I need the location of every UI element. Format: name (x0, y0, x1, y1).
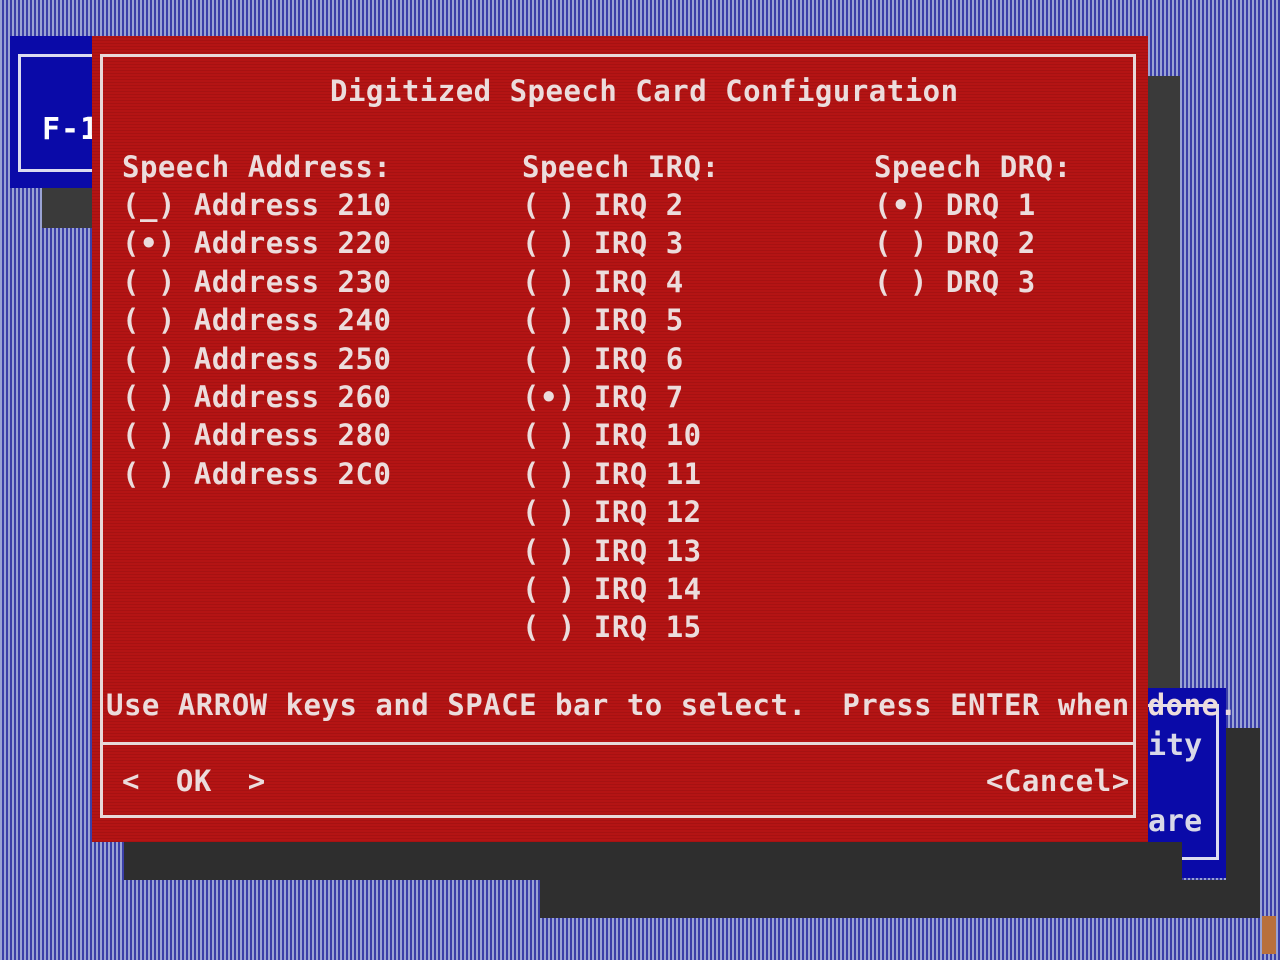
radio-mark: ( ) (522, 533, 576, 568)
address-radio-option[interactable]: ( ) Address 240 (122, 303, 391, 337)
radio-mark: ( ) (874, 264, 928, 299)
radio-label: Address 280 (193, 418, 392, 453)
radio-label: Address 210 (193, 188, 392, 222)
address-radio-option[interactable]: (_) Address 210 (122, 188, 391, 222)
address-radio-option[interactable]: ( ) Address 260 (122, 380, 391, 414)
speech-irq-header: Speech IRQ: (522, 150, 720, 184)
radio-mark: ( ) (122, 418, 176, 453)
ok-button[interactable]: < OK > (122, 764, 266, 798)
radio-mark: ( ) (122, 341, 176, 376)
dialog-separator (100, 742, 1136, 745)
radio-mark: ( ) (122, 303, 176, 338)
irq-radio-option[interactable]: (•) IRQ 7 (522, 380, 684, 414)
radio-mark: ( ) (522, 303, 576, 338)
radio-mark: (•) (122, 226, 176, 261)
background-peek-text-1: ity (1148, 728, 1203, 763)
speech-drq-header: Speech DRQ: (874, 150, 1072, 184)
radio-mark: ( ) (522, 495, 576, 530)
address-radio-option[interactable]: ( ) Address 2C0 (122, 457, 391, 491)
radio-label: IRQ 10 (593, 418, 702, 453)
corner-marker (1262, 916, 1276, 954)
drq-radio-option[interactable]: ( ) DRQ 3 (874, 265, 1036, 299)
radio-label: DRQ 2 (945, 226, 1036, 261)
address-radio-option[interactable]: ( ) Address 230 (122, 265, 391, 299)
radio-label: IRQ 6 (593, 341, 684, 376)
irq-radio-option[interactable]: ( ) IRQ 11 (522, 457, 702, 491)
radio-label: IRQ 13 (593, 533, 702, 568)
irq-radio-option[interactable]: ( ) IRQ 4 (522, 265, 684, 299)
radio-mark: ( ) (522, 456, 576, 491)
radio-mark: ( ) (874, 226, 928, 261)
window-shadow-bottom-lower (540, 880, 1260, 918)
background-f1-label: F-1 (42, 112, 100, 147)
radio-mark: ( ) (522, 572, 576, 606)
radio-mark: ( ) (522, 188, 576, 222)
drq-radio-option[interactable]: (•) DRQ 1 (874, 188, 1036, 222)
radio-label: IRQ 15 (593, 610, 702, 645)
radio-mark: ( ) (522, 264, 576, 299)
radio-mark: ( ) (122, 380, 176, 414)
radio-label: IRQ 2 (593, 188, 684, 222)
radio-label: IRQ 5 (593, 303, 684, 338)
dialog-shadow-bottom (124, 842, 1182, 880)
radio-label: IRQ 4 (593, 264, 684, 299)
address-radio-option[interactable]: (•) Address 220 (122, 226, 391, 260)
radio-label: IRQ 3 (593, 226, 684, 261)
irq-radio-option[interactable]: ( ) IRQ 3 (522, 226, 684, 260)
radio-label: Address 250 (193, 341, 392, 376)
radio-label: Address 260 (193, 380, 392, 414)
background-peek-text-2: are (1148, 804, 1203, 839)
speech-address-header: Speech Address: (122, 150, 392, 184)
window-shadow-right (1146, 76, 1180, 690)
radio-mark: ( ) (122, 456, 176, 491)
radio-mark: (•) (874, 188, 928, 222)
address-radio-option[interactable]: ( ) Address 280 (122, 418, 391, 452)
radio-mark: ( ) (522, 341, 576, 376)
window-shadow-left (42, 188, 98, 228)
irq-radio-option[interactable]: ( ) IRQ 10 (522, 418, 702, 452)
instruction-hint: Use ARROW keys and SPACE bar to select. … (106, 688, 1238, 722)
irq-radio-option[interactable]: ( ) IRQ 2 (522, 188, 684, 222)
cancel-button[interactable]: <Cancel> (986, 764, 1130, 798)
radio-label: IRQ 12 (593, 495, 702, 530)
radio-label: DRQ 1 (945, 188, 1036, 222)
radio-label: Address 2C0 (193, 456, 392, 491)
address-radio-option[interactable]: ( ) Address 250 (122, 342, 391, 376)
radio-mark: ( ) (522, 226, 576, 261)
irq-radio-option[interactable]: ( ) IRQ 13 (522, 534, 702, 568)
radio-mark: (•) (522, 380, 576, 414)
radio-label: IRQ 14 (593, 572, 702, 606)
irq-radio-option[interactable]: ( ) IRQ 12 (522, 495, 702, 529)
radio-mark: ( ) (122, 264, 176, 299)
speech-card-dialog: Digitized Speech Card Configuration Spee… (92, 36, 1237, 842)
radio-mark: (_) (122, 188, 176, 222)
radio-label: DRQ 3 (945, 264, 1036, 299)
irq-radio-option[interactable]: ( ) IRQ 15 (522, 610, 702, 644)
radio-label: Address 230 (193, 264, 392, 299)
radio-mark: ( ) (522, 418, 576, 453)
radio-label: IRQ 11 (593, 456, 702, 491)
drq-radio-option[interactable]: ( ) DRQ 2 (874, 226, 1036, 260)
radio-label: Address 220 (193, 226, 392, 261)
radio-label: Address 240 (193, 303, 392, 338)
dialog-title: Digitized Speech Card Configuration (330, 74, 959, 108)
irq-radio-option[interactable]: ( ) IRQ 5 (522, 303, 684, 337)
irq-radio-option[interactable]: ( ) IRQ 14 (522, 572, 702, 606)
radio-mark: ( ) (522, 610, 576, 645)
irq-radio-option[interactable]: ( ) IRQ 6 (522, 342, 684, 376)
radio-label: IRQ 7 (593, 380, 684, 414)
